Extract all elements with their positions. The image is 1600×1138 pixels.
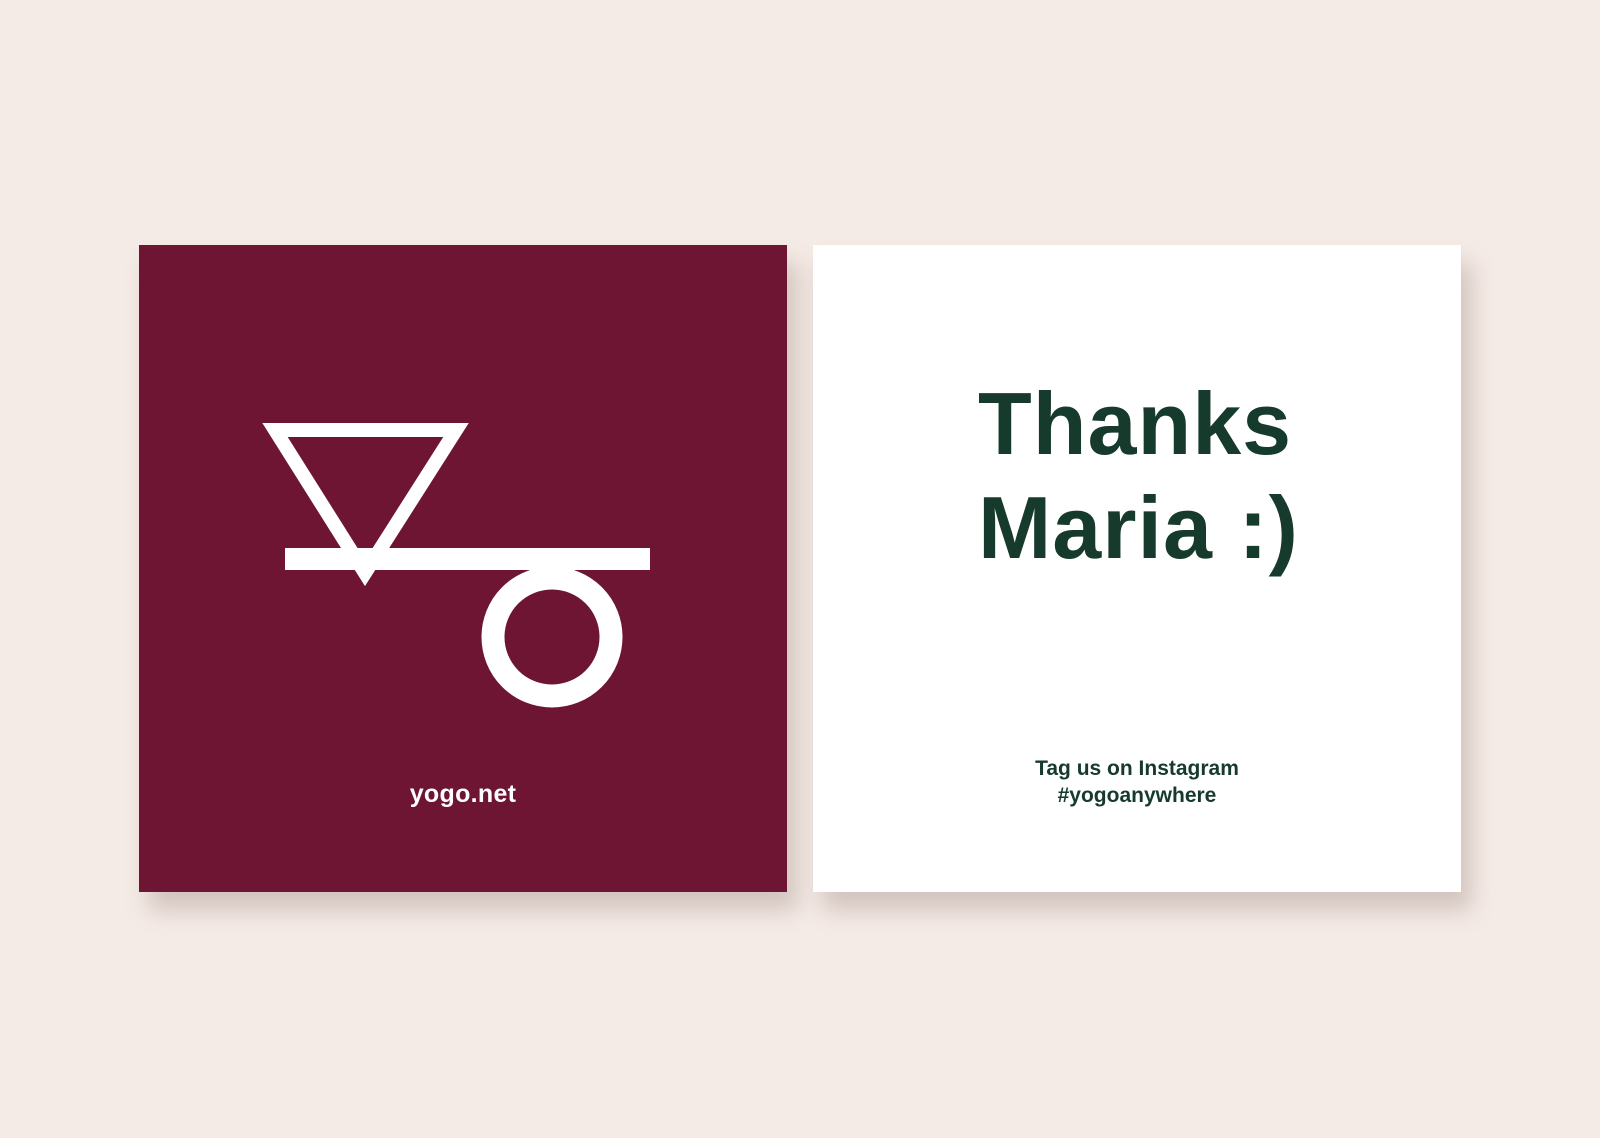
instagram-callout: Tag us on Instagram: [1035, 757, 1239, 780]
thanks-message: Thanks Maria :): [978, 372, 1299, 580]
logo-bar: [285, 548, 650, 570]
social-callout: Tag us on Instagram #yogoanywhere: [813, 755, 1461, 809]
hashtag[interactable]: #yogoanywhere: [813, 782, 1461, 809]
thanks-message-line-2: Maria :): [978, 478, 1299, 577]
website-link[interactable]: yogo.net: [139, 780, 787, 809]
front-card: yogo.net: [139, 245, 787, 892]
back-card: Thanks Maria :) Tag us on Instagram #yog…: [813, 245, 1461, 892]
thanks-message-line-1: Thanks: [978, 374, 1293, 473]
logo-circle: [481, 566, 623, 708]
